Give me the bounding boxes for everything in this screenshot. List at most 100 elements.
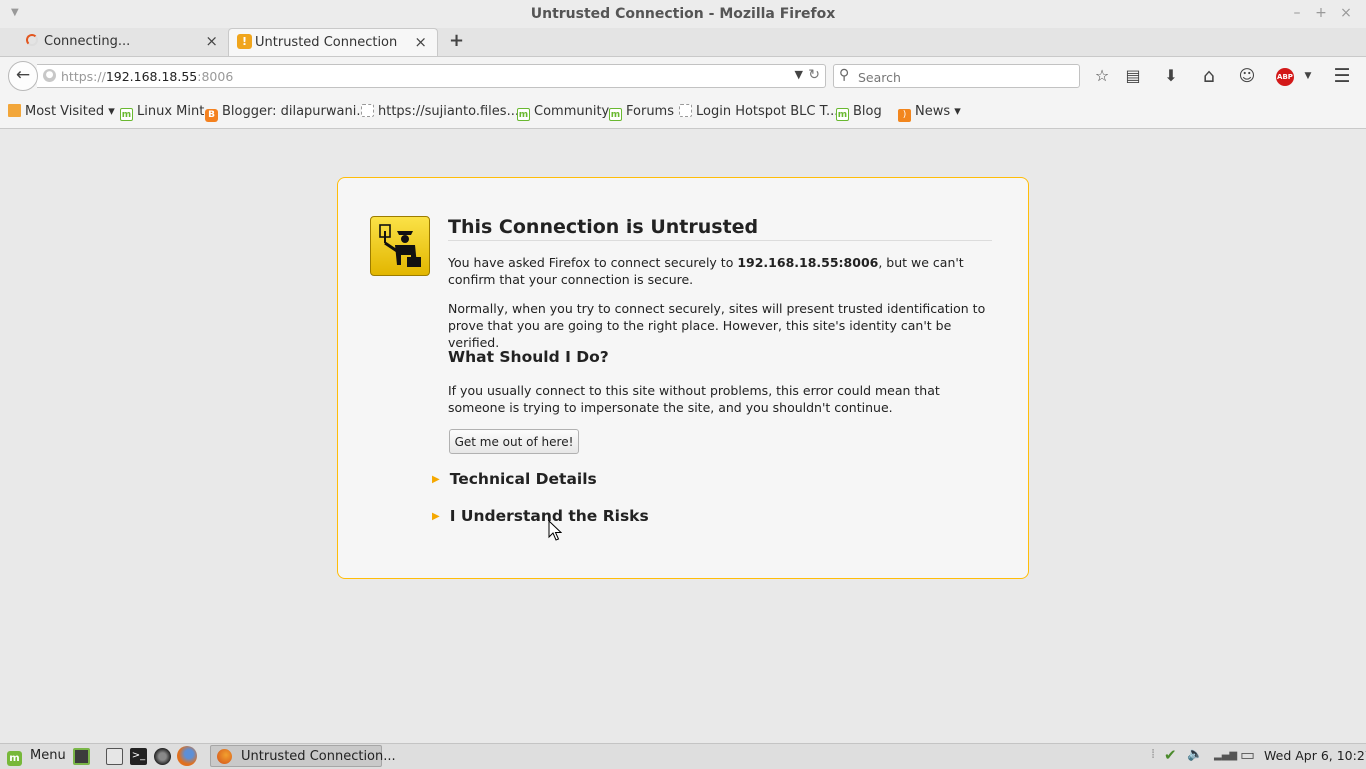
rss-icon: ) xyxy=(898,109,911,122)
url-bar[interactable]: ● https://192.168.18.55:8006 ▼ ↻ xyxy=(37,64,826,88)
blank-page-icon xyxy=(361,104,374,117)
tab-connecting[interactable]: Connecting... × xyxy=(18,28,228,56)
mint-icon: m xyxy=(517,108,530,121)
advice-paragraph: If you usually connect to this site with… xyxy=(448,383,940,415)
intro-text: You have asked Firefox to connect secure… xyxy=(448,255,738,270)
bookmark-forums[interactable]: m Forums xyxy=(609,104,674,121)
page-content: This Connection is Untrusted You have as… xyxy=(0,129,1366,743)
bookmark-label: Login Hotspot BLC T... xyxy=(696,104,839,119)
bookmark-label: Community xyxy=(534,104,610,119)
mint-icon: m xyxy=(836,108,849,121)
screenshot-icon[interactable] xyxy=(154,748,171,765)
navigation-toolbar: ● https://192.168.18.55:8006 ▼ ↻ ← ⚲ ☆ ▤… xyxy=(0,57,1366,95)
bookmark-label: Linux Mint xyxy=(137,104,205,119)
intro-host: 192.168.18.55:8006 xyxy=(737,255,879,270)
bookmark-label: News xyxy=(915,104,951,119)
hamburger-menu-icon[interactable]: ☰ xyxy=(1330,64,1354,88)
close-tab-icon[interactable]: × xyxy=(205,32,218,50)
window-title: Untrusted Connection - Mozilla Firefox xyxy=(530,6,836,22)
task-label: Untrusted Connection... xyxy=(241,749,396,764)
normally-paragraph: Normally, when you try to connect secure… xyxy=(448,301,986,350)
error-title: This Connection is Untrusted xyxy=(448,216,992,241)
warning-icon: ! xyxy=(237,34,252,49)
new-tab-button[interactable]: + xyxy=(449,30,464,51)
url-text[interactable]: https://192.168.18.55:8006 xyxy=(61,69,233,84)
downloads-icon[interactable]: ⬇ xyxy=(1159,64,1183,88)
tab-label: Untrusted Connection xyxy=(255,35,398,50)
clock[interactable]: Wed Apr 6, 10:27 xyxy=(1264,748,1366,763)
bookmark-blogger[interactable]: B Blogger: dilapurwani... xyxy=(205,104,369,122)
menu-label: Menu xyxy=(30,748,66,763)
chevron-down-icon: ▾ xyxy=(954,104,961,119)
url-scheme: https:// xyxy=(61,69,106,84)
update-shield-icon[interactable]: ✔ xyxy=(1164,746,1177,764)
search-input[interactable] xyxy=(856,67,1075,87)
back-button[interactable]: ← xyxy=(8,61,38,91)
understand-risks-expander[interactable]: ▶ I Understand the Risks xyxy=(432,507,649,525)
tray-separator: ⁞ xyxy=(1151,747,1156,762)
url-host: 192.168.18.55 xyxy=(105,69,198,84)
taskbar: m Menu >_ Untrusted Connection... ⁞ ✔ 🔈 ▂… xyxy=(0,743,1366,769)
bookmark-label: Forums xyxy=(626,104,674,119)
close-window-button[interactable]: × xyxy=(1338,5,1354,21)
start-menu-button[interactable]: m Menu xyxy=(7,748,66,766)
taskbar-window-button[interactable]: Untrusted Connection... xyxy=(210,745,396,767)
what-should-heading: What Should I Do? xyxy=(448,348,609,366)
bookmark-sujianto[interactable]: https://sujianto.files.... xyxy=(361,104,523,119)
expand-triangle-icon: ▶ xyxy=(432,511,440,522)
mint-icon: m xyxy=(609,108,622,121)
home-icon[interactable]: ⌂ xyxy=(1197,64,1221,88)
close-tab-icon[interactable]: × xyxy=(414,33,427,51)
bookmark-login-hotspot[interactable]: Login Hotspot BLC T... xyxy=(679,104,838,119)
reading-list-icon[interactable]: ▤ xyxy=(1121,64,1145,88)
terminal-icon[interactable]: >_ xyxy=(130,748,147,765)
tab-strip: Connecting... × ! Untrusted Connection ×… xyxy=(0,28,1366,57)
bookmark-label: Blogger: dilapurwani... xyxy=(222,104,369,119)
window-titlebar: ▼ Untrusted Connection - Mozilla Firefox… xyxy=(0,0,1366,29)
site-identity-icon[interactable]: ● xyxy=(43,69,56,82)
bookmark-most-visited[interactable]: Most Visited ▾ xyxy=(8,104,115,119)
url-port: :8006 xyxy=(197,69,234,84)
search-bar[interactable]: ⚲ xyxy=(833,64,1080,88)
bookmark-label: Most Visited xyxy=(25,104,105,119)
minimize-button[interactable]: – xyxy=(1289,5,1305,21)
network-icon[interactable]: ▂▄▆ xyxy=(1214,750,1237,761)
get-me-out-button[interactable]: Get me out of here! xyxy=(449,429,579,454)
certificate-warning-icon xyxy=(370,216,430,276)
tab-label: Connecting... xyxy=(44,34,131,49)
tab-untrusted-connection[interactable]: ! Untrusted Connection × xyxy=(228,28,438,56)
chevron-down-icon: ▾ xyxy=(108,104,115,119)
search-icon: ⚲ xyxy=(839,67,850,83)
folder-icon xyxy=(8,104,21,117)
volume-icon[interactable]: 🔈 xyxy=(1187,747,1203,762)
files-icon[interactable] xyxy=(106,748,123,765)
battery-icon[interactable]: ▭ xyxy=(1240,745,1255,764)
adblock-plus-icon[interactable]: ABP xyxy=(1276,68,1294,86)
url-history-dropdown-icon[interactable]: ▼ xyxy=(795,68,803,81)
firefox-icon xyxy=(217,749,232,764)
intro-paragraph: You have asked Firefox to connect secure… xyxy=(448,254,993,288)
maximize-button[interactable]: + xyxy=(1313,5,1329,21)
show-desktop-icon[interactable] xyxy=(73,748,90,765)
expand-triangle-icon: ▶ xyxy=(432,474,440,485)
blogger-icon: B xyxy=(205,109,218,122)
bookmark-community[interactable]: m Community xyxy=(517,104,609,121)
bookmark-news[interactable]: ) News ▾ xyxy=(898,104,961,122)
mint-icon: m xyxy=(120,108,133,121)
technical-details-expander[interactable]: ▶ Technical Details xyxy=(432,470,597,488)
reload-icon[interactable]: ↻ xyxy=(808,67,820,83)
expander-label: Technical Details xyxy=(449,470,597,488)
adblock-dropdown-icon[interactable]: ▼ xyxy=(1296,64,1320,88)
mint-logo-icon: m xyxy=(7,751,22,766)
firefox-icon[interactable] xyxy=(177,746,197,766)
loading-spinner-icon xyxy=(26,34,38,46)
bookmark-label: Blog xyxy=(853,104,882,119)
blank-page-icon xyxy=(679,104,692,117)
chat-icon[interactable]: ☺ xyxy=(1235,64,1259,88)
bookmark-linux-mint[interactable]: m Linux Mint xyxy=(120,104,204,121)
mouse-cursor-icon xyxy=(548,520,562,541)
bookmark-star-icon[interactable]: ☆ xyxy=(1090,64,1114,88)
bookmark-label: https://sujianto.files.... xyxy=(378,104,524,119)
error-card: This Connection is Untrusted You have as… xyxy=(337,177,1029,579)
bookmark-blog[interactable]: m Blog xyxy=(836,104,882,121)
